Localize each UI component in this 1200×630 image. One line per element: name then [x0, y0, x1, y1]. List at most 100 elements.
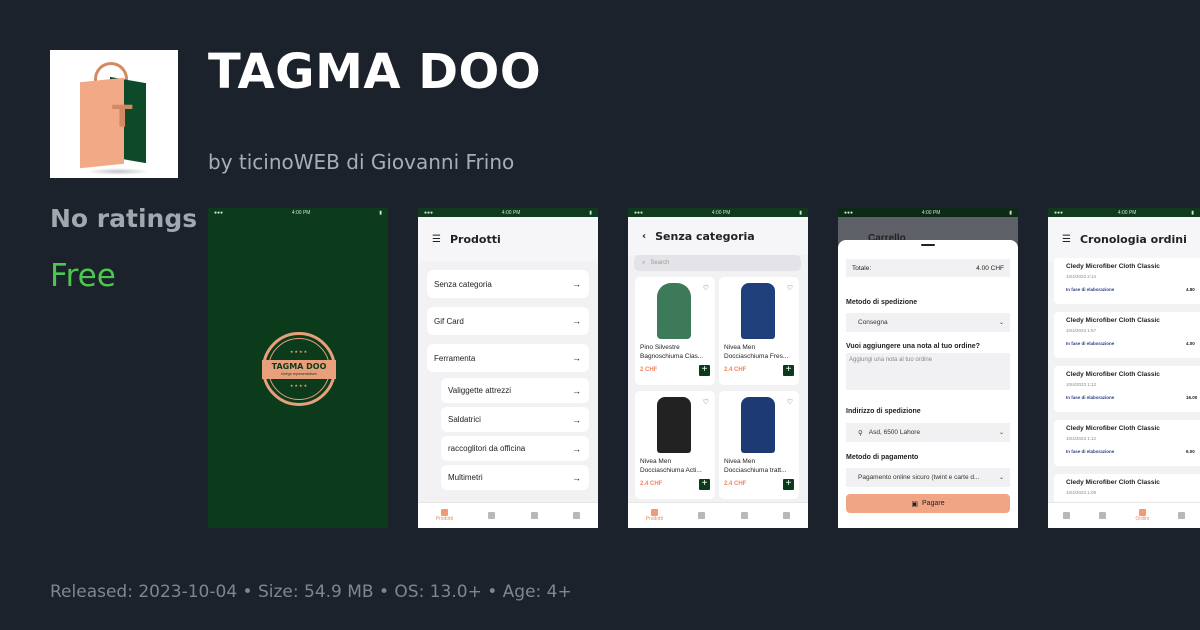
cart-icon	[573, 512, 581, 519]
order-card[interactable]: Cledy Microfiber Cloth Classic 10/4/2023…	[1054, 258, 1200, 304]
product-image	[657, 397, 691, 453]
developer-link[interactable]: by ticinoWEB di Giovanni Frino	[208, 150, 514, 174]
screenshot-cart[interactable]: ●●● 4:00 PM ▮ Carrello Totale: 4.00 CHF Met…	[838, 208, 1018, 528]
subcategory-item[interactable]: Saldatrici →	[441, 407, 589, 432]
order-status: In fase di elaborazione	[1066, 287, 1115, 292]
bottom-nav: Ordini	[1048, 502, 1200, 528]
back-arrow-icon[interactable]: ‹	[642, 231, 646, 242]
product-card[interactable]: ♡ Pino Silvestre Bagnoschiuma Clas... 2 …	[635, 277, 715, 385]
heart-icon	[1099, 512, 1107, 519]
heart-icon[interactable]: ♡	[703, 398, 709, 406]
nav-cart[interactable]	[783, 512, 791, 519]
nav-orders[interactable]	[530, 512, 538, 519]
heart-icon[interactable]: ♡	[787, 284, 793, 292]
screenshot-orders[interactable]: ●●● 4:00 PM ▮ ☰ Cronologia ordini Cledy Mi…	[1048, 208, 1200, 528]
order-name: Cledy Microfiber Cloth Classic	[1066, 317, 1160, 324]
page-title: Senza categoria	[655, 229, 755, 243]
order-card[interactable]: Cledy Microfiber Cloth Classic 10/4/2023…	[1054, 420, 1200, 466]
product-price: 2 CHF	[640, 367, 658, 373]
order-status: In fase di elaborazione	[1066, 449, 1115, 454]
order-card[interactable]: Cledy Microfiber Cloth Classic 10/4/2023…	[1054, 366, 1200, 412]
status-bar: ●●● 4:00 PM ▮	[628, 208, 808, 217]
screenshot-category[interactable]: ●●● 4:00 PM ▮ ‹ Senza categoria ⌕ Search ♡ …	[628, 208, 808, 528]
order-card[interactable]: Cledy Microfiber Cloth Classic 10/4/2023…	[1054, 312, 1200, 358]
grid-icon	[1062, 512, 1070, 519]
arrow-right-icon: →	[572, 316, 581, 326]
nav-orders[interactable]: Ordini	[1136, 509, 1149, 522]
add-to-cart-button[interactable]: +	[699, 365, 710, 376]
nav-favorites[interactable]	[698, 512, 706, 519]
product-name: Nivea Men Docciaschiuma tratt...	[724, 458, 787, 474]
menu-icon[interactable]: ☰	[432, 234, 441, 245]
nav-favorites[interactable]	[488, 512, 496, 519]
arrow-right-icon: →	[572, 385, 581, 396]
screenshot-products[interactable]: ●●● 4:00 PM ▮ ☰ Prodotti Senza categoria → …	[418, 208, 598, 528]
status-bar: ●●● 4:00 PM ▮	[418, 208, 598, 217]
address-select[interactable]: ⚲ Asd, 6500 Lahore ⌄	[846, 423, 1010, 442]
heart-icon[interactable]: ♡	[787, 398, 793, 406]
product-name: Nivea Men Docciaschiuma Acti...	[640, 458, 702, 474]
nav-label: Prodotti	[645, 516, 663, 522]
badge-stars-top: ★★★★	[289, 349, 309, 354]
nav-products[interactable]: Prodotti	[436, 509, 453, 522]
nav-products[interactable]: Prodotti	[646, 509, 663, 522]
sheet-handle[interactable]	[921, 244, 935, 246]
category-item[interactable]: Gif Card →	[427, 307, 589, 335]
product-card[interactable]: ♡ Nivea Men Docciaschiuma tratt... 2.4 C…	[719, 391, 799, 499]
status-bar: ●●● 4:00 PM ▮	[838, 208, 1018, 217]
order-total: 4.00	[1186, 341, 1195, 346]
receipt-icon	[530, 512, 538, 519]
order-name: Cledy Microfiber Cloth Classic	[1066, 425, 1160, 432]
badge-title: TAGMA DOO	[271, 362, 327, 371]
total-row: Totale: 4.00 CHF	[846, 259, 1010, 277]
product-card[interactable]: ♡ Nivea Men Docciaschiuma Fres... 2.4 CH…	[719, 277, 799, 385]
product-price: 2.4 CHF	[724, 367, 747, 373]
product-image	[741, 397, 775, 453]
app-title: TAGMA DOO	[208, 44, 542, 100]
payment-select[interactable]: Pagamento online sicuro (twint e carte d…	[846, 468, 1010, 487]
order-name: Cledy Microfiber Cloth Classic	[1066, 263, 1160, 270]
category-item[interactable]: Senza categoria →	[427, 270, 589, 298]
order-date: 10/4/2023 1:57	[1066, 328, 1097, 333]
receipt-icon	[740, 512, 748, 519]
app-icon: T	[50, 50, 178, 178]
nav-products[interactable]	[1062, 512, 1070, 519]
status-bar: ●●● 4:00 PM ▮	[208, 208, 388, 217]
badge-subtitle: foreign representatives	[281, 372, 317, 376]
add-to-cart-button[interactable]: +	[783, 365, 794, 376]
subcategory-label: raccoglitori da officina	[448, 444, 526, 453]
note-textarea[interactable]: Aggiungi una nota al tuo ordine	[846, 353, 1010, 390]
address-value: Asd, 6500 Lahore	[868, 429, 921, 436]
heart-icon[interactable]: ♡	[703, 284, 709, 292]
note-placeholder: Aggiungi una nota al tuo ordine	[849, 357, 933, 363]
subcategory-item[interactable]: Multimetri →	[441, 465, 589, 490]
category-label: Ferramenta	[434, 353, 476, 363]
heart-icon	[488, 512, 496, 519]
pay-button[interactable]: ▣ Pagare	[846, 494, 1010, 513]
subcategory-item[interactable]: raccoglitori da officina →	[441, 436, 589, 461]
subcategory-label: Saldatrici	[448, 415, 481, 424]
search-input[interactable]: ⌕ Search	[634, 255, 801, 271]
page-header: ☰ Cronologia ordini	[1048, 217, 1200, 261]
screenshot-splash[interactable]: ●●● 4:00 PM ▮ ★★★★ TAGMA DOO foreign repre…	[208, 208, 388, 528]
order-status: In fase di elaborazione	[1066, 395, 1115, 400]
order-total: 6.00	[1186, 449, 1195, 454]
price-text: Free	[50, 258, 116, 294]
nav-orders[interactable]	[740, 512, 748, 519]
add-to-cart-button[interactable]: +	[783, 479, 794, 490]
bag-icon: ▣	[911, 500, 919, 508]
nav-cart[interactable]	[1178, 512, 1186, 519]
status-bar: ●●● 4:00 PM ▮	[1048, 208, 1200, 217]
nav-label: Ordini	[1135, 516, 1149, 522]
product-image	[741, 283, 775, 339]
shipping-method-select[interactable]: Consegna ⌄	[846, 313, 1010, 332]
release-info: Released: 2023-10-04 • Size: 54.9 MB • O…	[50, 582, 572, 602]
nav-cart[interactable]	[573, 512, 581, 519]
product-card[interactable]: ♡ Nivea Men Docciaschiuma Acti... 2.4 CH…	[635, 391, 715, 499]
menu-icon[interactable]: ☰	[1062, 234, 1071, 245]
badge-stars-bottom: ★★★★	[289, 383, 309, 388]
add-to-cart-button[interactable]: +	[699, 479, 710, 490]
subcategory-item[interactable]: Valiggette attrezzi →	[441, 378, 589, 403]
category-item[interactable]: Ferramenta →	[427, 344, 589, 372]
nav-favorites[interactable]	[1099, 512, 1107, 519]
